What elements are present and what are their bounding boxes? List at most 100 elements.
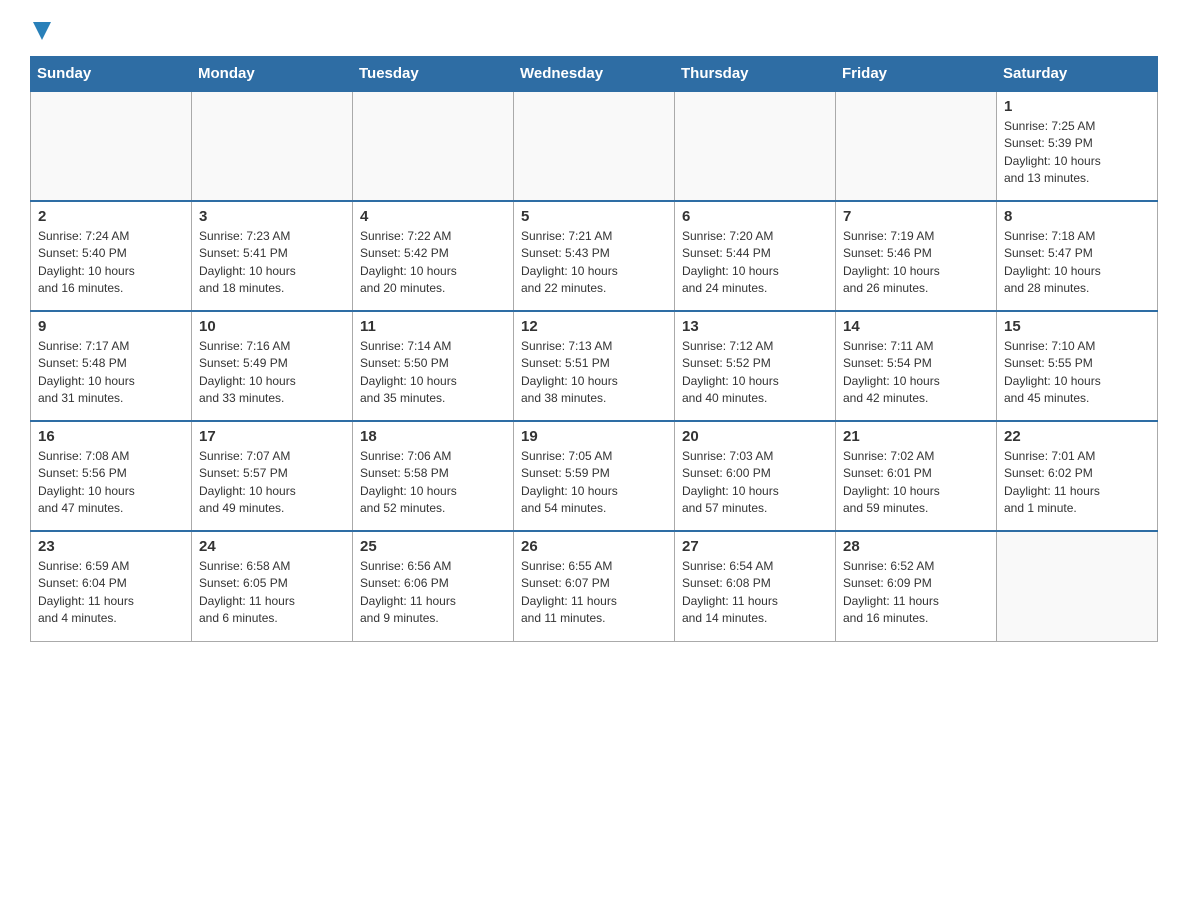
day-number: 3 <box>199 208 345 225</box>
calendar-cell <box>353 91 514 201</box>
day-info: Sunrise: 7:12 AM Sunset: 5:52 PM Dayligh… <box>682 338 828 408</box>
calendar-cell: 19 Sunrise: 7:05 AM Sunset: 5:59 PM Dayli… <box>514 421 675 531</box>
day-info: Sunrise: 7:13 AM Sunset: 5:51 PM Dayligh… <box>521 338 667 408</box>
weekday-header-thursday: Thursday <box>675 57 836 92</box>
calendar-cell: 2 Sunrise: 7:24 AM Sunset: 5:40 PM Daylig… <box>31 201 192 311</box>
calendar-cell: 16 Sunrise: 7:08 AM Sunset: 5:56 PM Dayli… <box>31 421 192 531</box>
day-info: Sunrise: 7:21 AM Sunset: 5:43 PM Dayligh… <box>521 228 667 298</box>
day-info: Sunrise: 7:11 AM Sunset: 5:54 PM Dayligh… <box>843 338 989 408</box>
calendar-cell: 6 Sunrise: 7:20 AM Sunset: 5:44 PM Daylig… <box>675 201 836 311</box>
day-number: 15 <box>1004 318 1150 335</box>
day-number: 20 <box>682 428 828 445</box>
calendar-cell <box>31 91 192 201</box>
day-info: Sunrise: 7:03 AM Sunset: 6:00 PM Dayligh… <box>682 448 828 518</box>
day-info: Sunrise: 7:17 AM Sunset: 5:48 PM Dayligh… <box>38 338 184 408</box>
day-number: 18 <box>360 428 506 445</box>
day-info: Sunrise: 7:16 AM Sunset: 5:49 PM Dayligh… <box>199 338 345 408</box>
calendar-cell: 23 Sunrise: 6:59 AM Sunset: 6:04 PM Dayli… <box>31 531 192 641</box>
day-number: 28 <box>843 538 989 555</box>
day-info: Sunrise: 7:24 AM Sunset: 5:40 PM Dayligh… <box>38 228 184 298</box>
day-info: Sunrise: 7:25 AM Sunset: 5:39 PM Dayligh… <box>1004 118 1150 188</box>
calendar-week-row: 9 Sunrise: 7:17 AM Sunset: 5:48 PM Daylig… <box>31 311 1158 421</box>
day-number: 13 <box>682 318 828 335</box>
day-info: Sunrise: 7:07 AM Sunset: 5:57 PM Dayligh… <box>199 448 345 518</box>
calendar-cell: 7 Sunrise: 7:19 AM Sunset: 5:46 PM Daylig… <box>836 201 997 311</box>
day-info: Sunrise: 7:14 AM Sunset: 5:50 PM Dayligh… <box>360 338 506 408</box>
day-number: 24 <box>199 538 345 555</box>
day-info: Sunrise: 7:20 AM Sunset: 5:44 PM Dayligh… <box>682 228 828 298</box>
day-number: 6 <box>682 208 828 225</box>
day-number: 2 <box>38 208 184 225</box>
day-info: Sunrise: 6:55 AM Sunset: 6:07 PM Dayligh… <box>521 558 667 628</box>
day-info: Sunrise: 6:59 AM Sunset: 6:04 PM Dayligh… <box>38 558 184 628</box>
day-info: Sunrise: 7:01 AM Sunset: 6:02 PM Dayligh… <box>1004 448 1150 518</box>
weekday-header-tuesday: Tuesday <box>353 57 514 92</box>
calendar-week-row: 23 Sunrise: 6:59 AM Sunset: 6:04 PM Dayli… <box>31 531 1158 641</box>
logo-triangle-icon <box>33 22 51 40</box>
day-info: Sunrise: 7:06 AM Sunset: 5:58 PM Dayligh… <box>360 448 506 518</box>
calendar-cell: 1 Sunrise: 7:25 AM Sunset: 5:39 PM Daylig… <box>997 91 1158 201</box>
day-number: 27 <box>682 538 828 555</box>
calendar-cell: 10 Sunrise: 7:16 AM Sunset: 5:49 PM Dayli… <box>192 311 353 421</box>
calendar-cell: 24 Sunrise: 6:58 AM Sunset: 6:05 PM Dayli… <box>192 531 353 641</box>
day-number: 9 <box>38 318 184 335</box>
day-info: Sunrise: 7:22 AM Sunset: 5:42 PM Dayligh… <box>360 228 506 298</box>
day-number: 19 <box>521 428 667 445</box>
calendar-cell: 3 Sunrise: 7:23 AM Sunset: 5:41 PM Daylig… <box>192 201 353 311</box>
weekday-header-sunday: Sunday <box>31 57 192 92</box>
day-number: 22 <box>1004 428 1150 445</box>
calendar-cell <box>997 531 1158 641</box>
calendar-week-row: 16 Sunrise: 7:08 AM Sunset: 5:56 PM Dayli… <box>31 421 1158 531</box>
calendar-cell: 20 Sunrise: 7:03 AM Sunset: 6:00 PM Dayli… <box>675 421 836 531</box>
day-info: Sunrise: 7:08 AM Sunset: 5:56 PM Dayligh… <box>38 448 184 518</box>
day-number: 7 <box>843 208 989 225</box>
calendar-cell: 15 Sunrise: 7:10 AM Sunset: 5:55 PM Dayli… <box>997 311 1158 421</box>
calendar-cell: 27 Sunrise: 6:54 AM Sunset: 6:08 PM Dayli… <box>675 531 836 641</box>
day-info: Sunrise: 7:02 AM Sunset: 6:01 PM Dayligh… <box>843 448 989 518</box>
day-number: 14 <box>843 318 989 335</box>
day-number: 11 <box>360 318 506 335</box>
day-info: Sunrise: 6:54 AM Sunset: 6:08 PM Dayligh… <box>682 558 828 628</box>
calendar-cell: 17 Sunrise: 7:07 AM Sunset: 5:57 PM Dayli… <box>192 421 353 531</box>
day-number: 8 <box>1004 208 1150 225</box>
calendar-cell <box>675 91 836 201</box>
day-info: Sunrise: 7:05 AM Sunset: 5:59 PM Dayligh… <box>521 448 667 518</box>
calendar-week-row: 1 Sunrise: 7:25 AM Sunset: 5:39 PM Daylig… <box>31 91 1158 201</box>
calendar-cell: 4 Sunrise: 7:22 AM Sunset: 5:42 PM Daylig… <box>353 201 514 311</box>
day-number: 17 <box>199 428 345 445</box>
day-info: Sunrise: 7:10 AM Sunset: 5:55 PM Dayligh… <box>1004 338 1150 408</box>
calendar-cell: 5Sunrise: 7:21 AM Sunset: 5:43 PM Daylig… <box>514 201 675 311</box>
calendar-cell: 12 Sunrise: 7:13 AM Sunset: 5:51 PM Dayli… <box>514 311 675 421</box>
calendar-cell: 13 Sunrise: 7:12 AM Sunset: 5:52 PM Dayli… <box>675 311 836 421</box>
day-number: 21 <box>843 428 989 445</box>
calendar-cell: 25Sunrise: 6:56 AM Sunset: 6:06 PM Dayli… <box>353 531 514 641</box>
day-number: 23 <box>38 538 184 555</box>
calendar-cell: 26 Sunrise: 6:55 AM Sunset: 6:07 PM Dayli… <box>514 531 675 641</box>
day-info: Sunrise: 6:52 AM Sunset: 6:09 PM Dayligh… <box>843 558 989 628</box>
weekday-header-monday: Monday <box>192 57 353 92</box>
day-info: Sunrise: 6:58 AM Sunset: 6:05 PM Dayligh… <box>199 558 345 628</box>
day-info: Sunrise: 7:19 AM Sunset: 5:46 PM Dayligh… <box>843 228 989 298</box>
weekday-header-row: SundayMondayTuesdayWednesdayThursdayFrid… <box>31 57 1158 92</box>
weekday-header-saturday: Saturday <box>997 57 1158 92</box>
day-info: Sunrise: 7:18 AM Sunset: 5:47 PM Dayligh… <box>1004 228 1150 298</box>
calendar-cell: 28 Sunrise: 6:52 AM Sunset: 6:09 PM Dayli… <box>836 531 997 641</box>
day-number: 4 <box>360 208 506 225</box>
calendar-cell: 21 Sunrise: 7:02 AM Sunset: 6:01 PM Dayli… <box>836 421 997 531</box>
day-info: Sunrise: 7:23 AM Sunset: 5:41 PM Dayligh… <box>199 228 345 298</box>
calendar-cell: 8 Sunrise: 7:18 AM Sunset: 5:47 PM Daylig… <box>997 201 1158 311</box>
calendar-table: SundayMondayTuesdayWednesdayThursdayFrid… <box>30 56 1158 642</box>
calendar-cell: 18 Sunrise: 7:06 AM Sunset: 5:58 PM Dayli… <box>353 421 514 531</box>
day-number: 12 <box>521 318 667 335</box>
logo <box>30 20 51 40</box>
day-number: 26 <box>521 538 667 555</box>
day-number: 16 <box>38 428 184 445</box>
day-number: 10 <box>199 318 345 335</box>
page-header <box>30 20 1158 40</box>
calendar-cell: 9 Sunrise: 7:17 AM Sunset: 5:48 PM Daylig… <box>31 311 192 421</box>
weekday-header-wednesday: Wednesday <box>514 57 675 92</box>
day-number: 25 <box>360 538 506 555</box>
day-number: 1 <box>1004 98 1150 115</box>
calendar-cell <box>192 91 353 201</box>
calendar-week-row: 2 Sunrise: 7:24 AM Sunset: 5:40 PM Daylig… <box>31 201 1158 311</box>
